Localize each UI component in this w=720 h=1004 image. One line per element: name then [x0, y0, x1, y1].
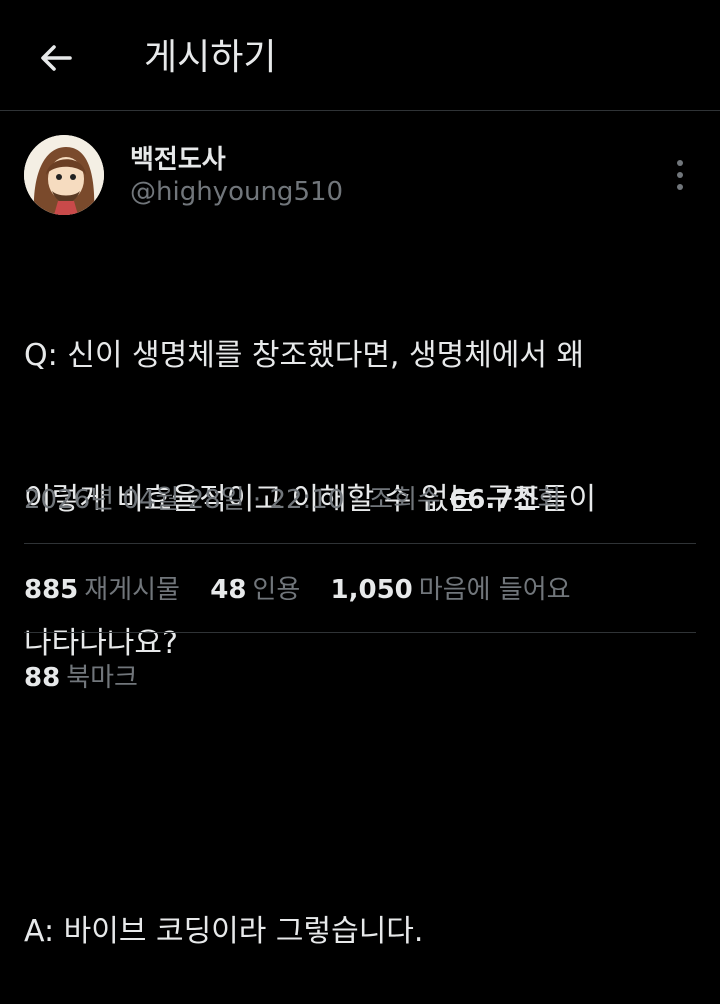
likes-count: 1,050: [330, 575, 413, 605]
divider: [24, 632, 696, 633]
reposts-count: 885: [24, 575, 79, 605]
reposts-stat[interactable]: 885 재게시물: [24, 575, 180, 605]
post-author: 백전도사 @highyoung510: [24, 135, 696, 219]
more-vertical-icon[interactable]: [670, 155, 690, 195]
post-line: A: 바이브 코딩이라 그렇습니다.: [24, 914, 424, 949]
post-meta: 2026년 04월 28일 · 22:10 · 조회수 66.7천회: [24, 480, 696, 520]
author-name[interactable]: 백전도사: [130, 139, 226, 176]
post-date[interactable]: 2026년 04월 28일: [24, 485, 245, 515]
bookmarks-stat[interactable]: 88 북마크: [24, 656, 138, 700]
top-bar: 게시하기: [0, 0, 720, 111]
quotes-stat[interactable]: 48 인용: [210, 575, 300, 605]
post-line: Q: 신이 생명체를 창조했다면, 생명체에서 왜: [24, 338, 585, 373]
engagement-stats: 885 재게시물 48 인용 1,050 마음에 들어요: [24, 568, 593, 612]
divider: [24, 543, 696, 544]
post-text: Q: 신이 생명체를 창조했다면, 생명체에서 왜 이렇게 비효율적이고 이해할…: [24, 236, 696, 1004]
views-count: 66.7천: [449, 485, 538, 515]
views-label: 조회수: [369, 485, 450, 515]
page-title: 게시하기: [144, 37, 277, 78]
likes-label: 마음에 들어요: [418, 575, 571, 605]
reposts-label: 재게시물: [84, 575, 180, 605]
arrow-left-icon[interactable]: [36, 38, 76, 78]
likes-stat[interactable]: 1,050 마음에 들어요: [331, 575, 571, 605]
separator: ·: [244, 485, 270, 515]
bookmarks-count: 88: [24, 663, 61, 693]
avatar-illustration-icon: [24, 135, 104, 215]
quotes-label: 인용: [252, 575, 301, 605]
views-suffix: 회: [537, 485, 562, 515]
bookmarks-label: 북마크: [66, 663, 138, 693]
author-handle[interactable]: @highyoung510: [130, 177, 343, 207]
separator: ·: [344, 485, 370, 515]
quotes-count: 48: [210, 575, 247, 605]
avatar[interactable]: [24, 135, 104, 215]
post-time[interactable]: 22:10: [269, 485, 344, 515]
